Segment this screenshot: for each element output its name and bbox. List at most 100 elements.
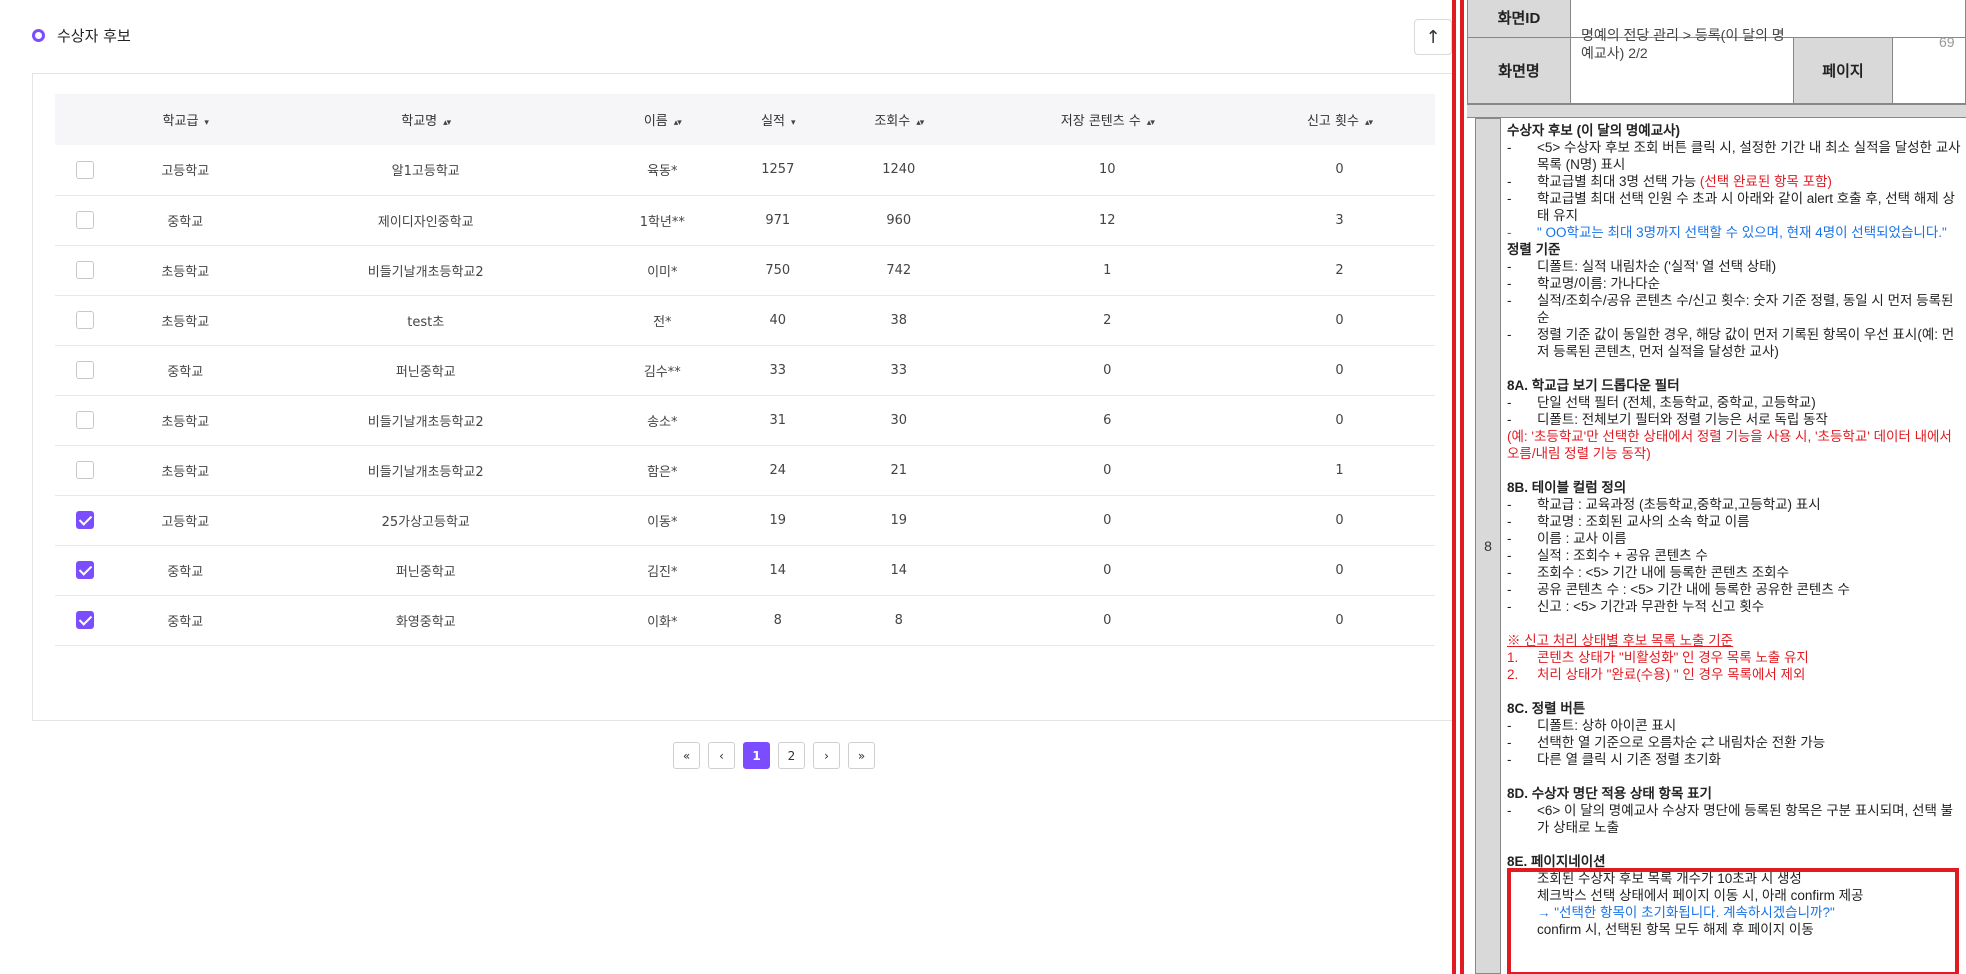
row-checkbox-cell: [55, 445, 115, 495]
last-page-button[interactable]: »: [848, 742, 875, 769]
bullet-marker: -: [1507, 531, 1512, 546]
cell-level: 초등학교: [161, 414, 210, 430]
table-row: 중학교 퍼닌중학교 김진* 14 14 0 0: [55, 545, 1435, 595]
spec-row-number: 8: [1475, 118, 1501, 974]
sort-updown-icon[interactable]: ▴▾: [1365, 118, 1373, 128]
sort-updown-icon[interactable]: ▴▾: [916, 118, 924, 128]
bullet-marker: -: [1507, 259, 1512, 274]
spec-bullet: - 선택한 열 기준으로 오름차순 ⇄ 내림차순 전환 가능: [1507, 734, 1963, 751]
spec-note: ※ 신고 처리 상태별 후보 목록 노출 기준: [1507, 633, 1734, 648]
table-row: 초등학교 test초 전* 40 38 2 0: [55, 295, 1435, 345]
column-header-name[interactable]: 이름 ▴▾: [596, 94, 729, 145]
column-header-reports[interactable]: 신고 횟수 ▴▾: [1244, 94, 1435, 145]
candidate-table-card: 학교급 ▾ 학교명 ▴▾ 이름 ▴▾ 실적 ▾ 조회수 ▴▾ 저장 콘텐츠 수 ▴▾ 신고 …: [32, 73, 1456, 769]
chevron-down-icon[interactable]: ▾: [204, 118, 208, 128]
cell-performance: 971: [765, 212, 791, 228]
row-checkbox[interactable]: [76, 461, 94, 479]
table-row: 고등학교 알1고등학교 육동* 1257 1240 10 0: [55, 145, 1435, 195]
table-row: 중학교 화영중학교 이화* 8 8 0 0: [55, 595, 1435, 645]
bullet-marker: -: [1507, 293, 1512, 308]
column-header-saved[interactable]: 저장 콘텐츠 수 ▴▾: [971, 94, 1244, 145]
bullet-text: 이름 : 교사 이름: [1537, 531, 1627, 546]
spec-bullet: - 공유 콘텐츠 수 : <5> 기간 내에 등록한 공유한 콘텐츠 수: [1507, 581, 1963, 598]
cell-name: 전*: [653, 314, 672, 330]
column-header-views[interactable]: 조회수 ▴▾: [827, 94, 971, 145]
bullet-text: 신고 : <5> 기간과 무관한 누적 신고 횟수: [1537, 599, 1765, 614]
spec-heading: 8B. 테이블 컬럼 정의: [1507, 480, 1627, 495]
bullet-text: <6> 이 달의 명예교사 수상자 명단에 등록된 항목은 구분 표시되며, 선…: [1537, 803, 1954, 835]
first-page-button[interactable]: «: [673, 742, 700, 769]
row-checkbox-cell: [55, 195, 115, 245]
scroll-top-button[interactable]: ↑: [1414, 19, 1452, 55]
bullet-marker: -: [1507, 140, 1512, 155]
page-button-2[interactable]: 2: [778, 742, 805, 769]
row-checkbox[interactable]: [76, 311, 94, 329]
annotation-divider: [1460, 0, 1464, 974]
column-header-school[interactable]: 학교명 ▴▾: [256, 94, 596, 145]
cell-saved: 0: [1103, 362, 1112, 378]
sort-updown-icon[interactable]: ▴▾: [1147, 118, 1155, 128]
row-checkbox[interactable]: [76, 361, 94, 379]
cell-name: 육동*: [647, 164, 678, 180]
header-checkbox-column: [55, 94, 115, 145]
cell-school: 알1고등학교: [391, 164, 460, 180]
table-row: 초등학교 비들기날개초등학교2 송소* 31 30 6 0: [55, 395, 1435, 445]
cell-performance: 19: [769, 512, 787, 528]
row-checkbox[interactable]: [76, 261, 94, 279]
cell-performance: 14: [769, 562, 787, 578]
section-title: 수상자 후보: [57, 27, 131, 45]
bullet-text: 단일 선택 필터 (전체, 초등학교, 중학교, 고등학교): [1537, 395, 1816, 410]
bullet-marker: 2.: [1507, 667, 1519, 682]
bullet-text: 다른 열 클릭 시 기존 정렬 초기화: [1537, 752, 1721, 767]
prev-page-button[interactable]: ‹: [708, 742, 735, 769]
bullet-text: 처리 상태가 "완료(수용) " 인 경우 목록에서 제외: [1537, 667, 1806, 682]
bullet-marker: -: [1507, 412, 1512, 427]
cell-performance: 1257: [761, 162, 795, 178]
cell-school: 퍼닌중학교: [395, 364, 456, 380]
cell-school: 비들기날개초등학교2: [367, 264, 484, 280]
spec-header-strip: [1467, 104, 1966, 118]
bullet-marker: -: [1507, 803, 1512, 818]
sort-updown-icon[interactable]: ▴▾: [674, 118, 682, 128]
spec-bullet: - 학교급별 최대 선택 인원 수 초과 시 아래와 같이 alert 호출 후,…: [1507, 190, 1963, 224]
cell-performance: 31: [769, 412, 787, 428]
pagination: « ‹ 1 2 › »: [673, 742, 875, 769]
spec-bullet: 2. 처리 상태가 "완료(수용) " 인 경우 목록에서 제외: [1507, 666, 1963, 683]
column-header-performance[interactable]: 실적 ▾: [729, 94, 827, 145]
cell-school: 화영중학교: [395, 614, 456, 630]
cell-reports: 0: [1335, 362, 1344, 378]
cell-name: 이화*: [647, 614, 678, 630]
bullet-marker: -: [1507, 582, 1512, 597]
cell-performance: 40: [769, 312, 787, 328]
next-page-button[interactable]: ›: [813, 742, 840, 769]
cell-performance: 24: [769, 462, 787, 478]
column-header-level[interactable]: 학교급 ▾: [115, 94, 256, 145]
row-checkbox[interactable]: [76, 611, 94, 629]
cell-school: 비들기날개초등학교2: [367, 464, 484, 480]
row-checkbox-cell: [55, 145, 115, 195]
candidate-table: 학교급 ▾ 학교명 ▴▾ 이름 ▴▾ 실적 ▾ 조회수 ▴▾ 저장 콘텐츠 수 ▴▾ 신고 …: [55, 94, 1435, 646]
bullet-text: 실적/조회수/공유 콘텐츠 수/신고 횟수: 숫자 기준 정렬, 동일 시 먼저…: [1537, 293, 1954, 325]
sort-down-icon[interactable]: ▾: [791, 118, 795, 128]
spec-bullet: - 학교명 : 조회된 교사의 소속 학교 이름: [1507, 513, 1963, 530]
spec-bullet: - " OO학교는 최대 3명까지 선택할 수 있으며, 현재 4명이 선택되었습…: [1507, 224, 1963, 241]
row-checkbox[interactable]: [76, 160, 94, 179]
cell-reports: 2: [1335, 262, 1344, 278]
row-checkbox[interactable]: [76, 211, 94, 229]
row-checkbox[interactable]: [76, 411, 94, 429]
row-checkbox-cell: [55, 345, 115, 395]
bullet-text: 공유 콘텐츠 수 : <5> 기간 내에 등록한 공유한 콘텐츠 수: [1537, 582, 1850, 597]
bullet-marker: -: [1507, 497, 1512, 512]
screen-name-label: 화면명: [1467, 37, 1571, 104]
bullet-marker: -: [1507, 599, 1512, 614]
cell-saved: 6: [1103, 412, 1112, 428]
spec-bullet: - 학교급 : 교육과정 (초등학교,중학교,고등학교) 표시: [1507, 496, 1963, 513]
sort-updown-icon[interactable]: ▴▾: [443, 118, 451, 128]
page-number: 69: [1939, 34, 1955, 50]
bullet-marker: 1.: [1507, 650, 1519, 665]
row-checkbox[interactable]: [76, 561, 94, 579]
page-button-1[interactable]: 1: [743, 742, 770, 769]
cell-name: 송소*: [647, 414, 678, 430]
row-checkbox[interactable]: [76, 511, 94, 529]
cell-performance: 8: [773, 612, 782, 628]
